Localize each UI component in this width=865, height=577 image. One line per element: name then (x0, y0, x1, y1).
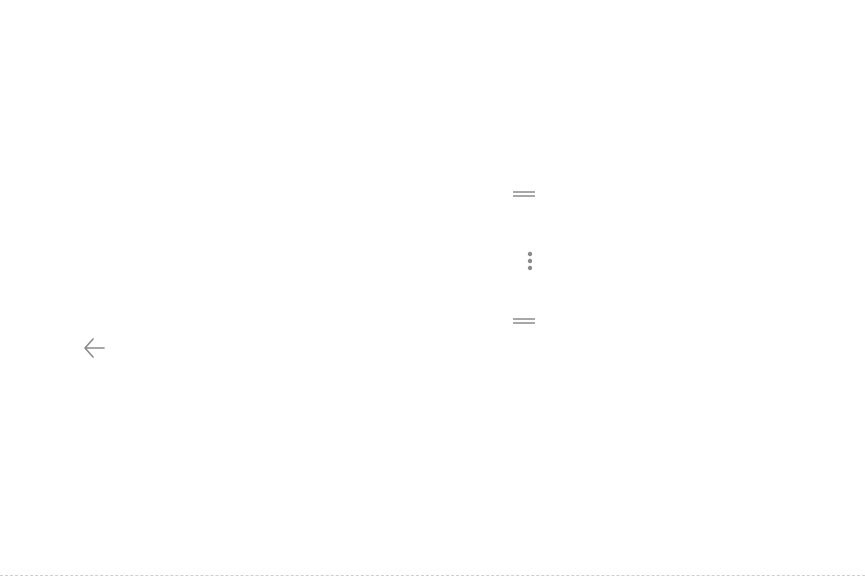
drag-handle-icon[interactable] (512, 315, 536, 327)
more-vertical-icon[interactable] (524, 249, 536, 273)
back-arrow-icon[interactable] (83, 336, 105, 360)
icon-reference-page (0, 0, 865, 577)
page-bottom-divider (0, 575, 865, 576)
drag-handle-icon[interactable] (512, 188, 536, 200)
